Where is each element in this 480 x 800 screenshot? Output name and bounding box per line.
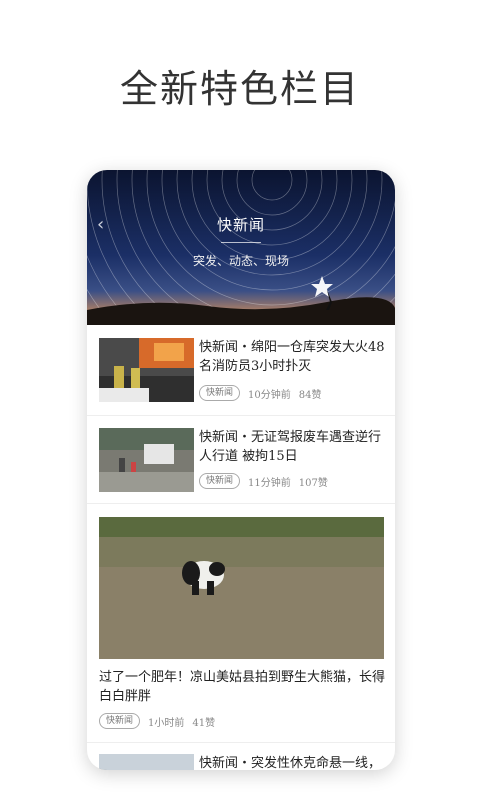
news-item-2[interactable]: 快新闻・无证驾报废车遇查逆行人行道 被拘15日 快新闻 11分钟前 107赞 [87, 415, 395, 503]
news-title: 快新闻・绵阳一仓库突发大火48名消防员3小时扑灭 [199, 340, 385, 374]
news-meta: 快新闻 10分钟前 84赞 [199, 385, 321, 401]
traffic-news-thumbnail [99, 428, 194, 492]
star-trails-image [87, 170, 395, 325]
news-meta: 快新闻 11分钟前 107赞 [199, 473, 328, 489]
category-tag[interactable]: 快新闻 [99, 713, 141, 729]
panda-feature-image[interactable] [99, 517, 384, 659]
news-time: 11分钟前 [248, 477, 291, 489]
category-tag[interactable]: 快新闻 [199, 385, 241, 401]
divider [87, 503, 395, 504]
phone-screen: ‹ 快新闻 突发、动态、现场 快新闻・绵阳一仓库突发大火48名消防员3小时扑灭 … [87, 170, 395, 770]
banner-title: 快新闻 [216, 216, 265, 234]
category-tag[interactable]: 快新闻 [199, 473, 241, 489]
news-likes: 84赞 [298, 389, 322, 401]
banner-divider [221, 242, 261, 243]
feature-time: 1小时前 [148, 717, 185, 729]
fire-news-thumbnail [99, 338, 194, 402]
partial-thumbnail [99, 754, 194, 770]
feature-likes: 41赞 [192, 717, 216, 729]
news-title: 快新闻・无证驾报废车遇查逆行人行道 被拘15日 [199, 430, 382, 464]
news-title: 快新闻・突发性休克命悬一线， [199, 756, 382, 770]
news-likes: 107赞 [298, 477, 328, 489]
news-time: 10分钟前 [248, 389, 291, 401]
news-item-partial[interactable]: 快新闻・突发性休克命悬一线， [87, 742, 395, 770]
feature-title: 过了一个肥年！凉山美姑县拍到野生大熊猫，长得白白胖胖 [99, 670, 386, 704]
page-headline: 全新特色栏目 [119, 67, 360, 111]
feature-meta: 快新闻 1小时前 41赞 [99, 713, 215, 729]
banner-subtitle: 突发、动态、现场 [192, 254, 289, 268]
banner[interactable]: ‹ 快新闻 突发、动态、现场 [87, 170, 395, 325]
news-item-1[interactable]: 快新闻・绵阳一仓库突发大火48名消防员3小时扑灭 快新闻 10分钟前 84赞 [87, 325, 395, 415]
